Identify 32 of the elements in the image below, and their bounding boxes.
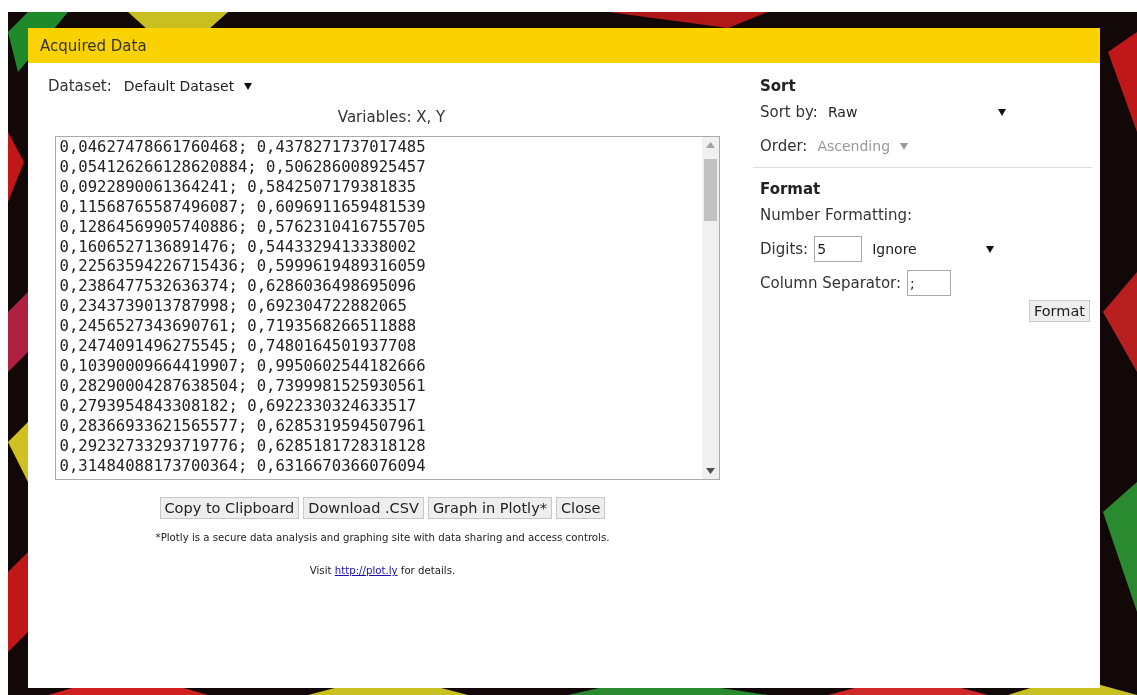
caret-icon: [244, 82, 253, 90]
scroll-thumb[interactable]: [703, 159, 717, 221]
action-button[interactable]: Copy to Clipboard: [159, 497, 300, 519]
digits-label: Digits:: [760, 240, 809, 258]
action-button[interactable]: Close: [556, 497, 606, 519]
action-button[interactable]: Download .CSV: [303, 497, 424, 519]
number-formatting-label: Number Formatting:: [760, 206, 912, 224]
scroll-down-icon[interactable]: [705, 468, 715, 474]
plotly-link[interactable]: http://plot.ly: [334, 565, 398, 576]
format-button[interactable]: Format: [1028, 300, 1090, 322]
format-heading: Format: [759, 180, 822, 198]
window-title: Acquired Data: [40, 36, 147, 55]
scrollbar[interactable]: [701, 137, 719, 479]
order-label: Order:: [760, 137, 808, 155]
data-field[interactable]: 0,04627478661760468; 0,4378271737017485 0,054126266128620884; 0,506286008925457 0,0922890061364241; 0,5842507179381835 0,11568765587496087; 0,6096911659481539 0,12864569905740886; 0,5762310416755705 0,1606527136891476; 0,5443329413338002 0,22563594226715436; 0,5999619489316059 0,2386477532636374; 0,6286036498695096 0,2343739013787998; 0,692304722882065 0,2456527343690761; 0,7193568266511888 0,2474091496275545; 0,7480164501937708 0,10390009664419907; 0,9950602544182666 0,28290004287638504; 0,7399981525930561 0,2793954843308182; 0,6922330324633517 0,28366933621565577; 0,6285319594507961 0,29232733293719776; 0,6285181728318128 0,31484088173700364; 0,6316670366076094: [54, 136, 720, 480]
visit-note: Visit http://plot.ly for details.: [309, 565, 456, 576]
caret-icon: [900, 142, 908, 150]
rounding-select[interactable]: Ignore: [868, 239, 999, 259]
dataset-select[interactable]: Default Dataset: [119, 76, 257, 96]
caret-icon: [997, 108, 1006, 116]
sort-by-label: Sort by:: [760, 103, 818, 121]
scroll-up-icon[interactable]: [705, 142, 715, 148]
variables-label: Variables: X, Y: [337, 108, 446, 126]
digits-field[interactable]: 5: [814, 236, 863, 262]
sort-by-select[interactable]: Raw: [823, 102, 1010, 122]
sort-heading: Sort: [759, 77, 797, 95]
column-separator-label: Column Separator:: [760, 274, 902, 292]
caret-icon: [986, 245, 995, 253]
action-button[interactable]: Graph in Plotly*: [427, 497, 552, 519]
plotly-footnote: *Plotly is a secure data analysis and graphing site with data sharing and access controls.: [154, 532, 611, 543]
dataset-label: Dataset:: [48, 77, 112, 95]
separator-field[interactable]: ;: [907, 270, 952, 296]
